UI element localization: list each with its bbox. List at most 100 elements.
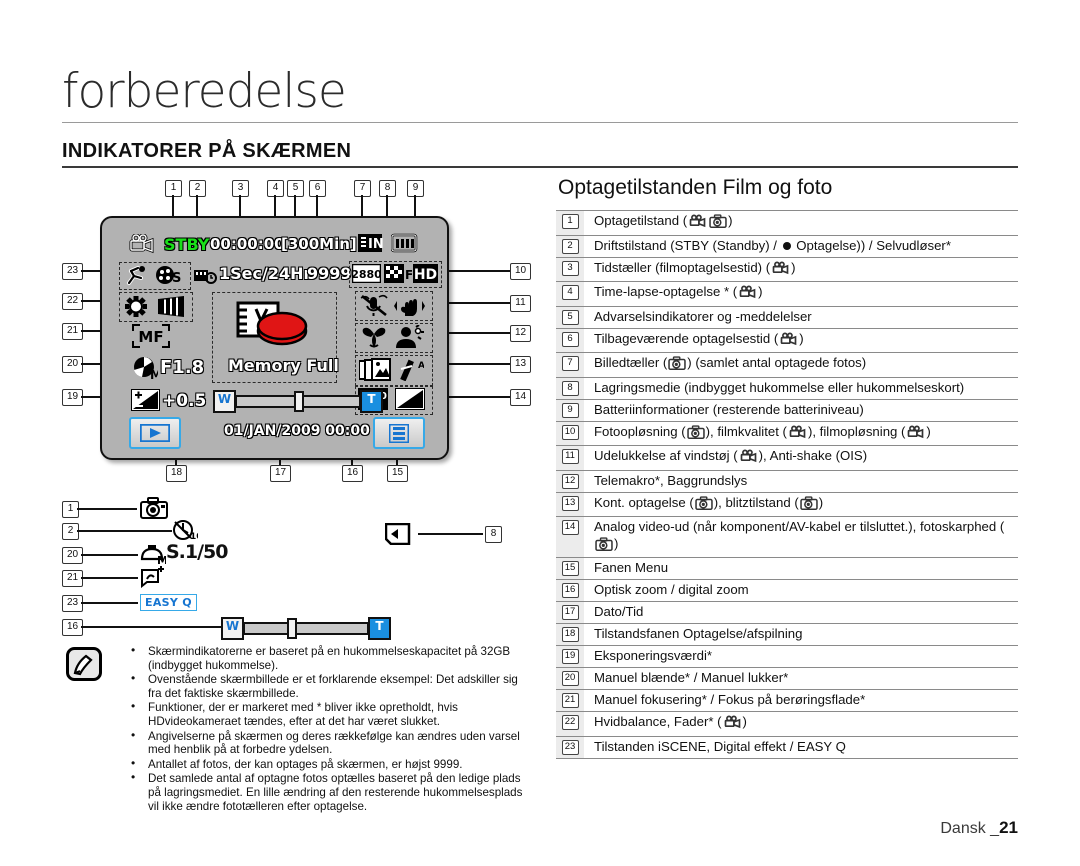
indicator-number: 21 <box>556 690 584 711</box>
callout-7: 7 <box>354 180 371 197</box>
indicator-row: 11 Udelukkelse af vindstøj (), Anti-shake… <box>556 446 1018 471</box>
indicator-description: Fotoopløsning (), filmkvalitet (), filmo… <box>584 422 1018 446</box>
callout-13: 13 <box>510 356 531 373</box>
indicator-row: 19 Eksponeringsværdi* <box>556 646 1018 668</box>
indicator-description: Optagetilstand () <box>584 211 1018 235</box>
pd-zoom-tele-label[interactable]: T <box>368 617 391 640</box>
pd-callout-20: 20 <box>62 547 83 564</box>
svg-text:A: A <box>418 361 424 371</box>
photo-resolution-icon: 2880 <box>352 264 381 283</box>
photo-sharpness-icon <box>395 388 425 410</box>
white-balance-sun-icon <box>124 295 148 318</box>
camcorder-small-icon <box>688 214 707 233</box>
indicator-description: Analog video-ud (når komponent/AV-kabel … <box>584 517 1018 557</box>
callout-9: 9 <box>407 180 424 197</box>
tele-macro-icon <box>361 326 387 349</box>
pd-line-20 <box>81 554 138 556</box>
callout-line-13 <box>440 363 510 365</box>
indicator-row: 15 Fanen Menu <box>556 558 1018 580</box>
indicator-number: 1 <box>556 211 584 235</box>
list-item: Skærmindikatorerne er baseret på en huko… <box>126 644 532 672</box>
indicator-number: 22 <box>556 712 584 736</box>
memory-internal-icon: IN <box>357 233 383 253</box>
menu-tab-button[interactable] <box>373 417 425 449</box>
indicator-description: Tilstanden iSCENE, Digital effekt / EASY… <box>594 738 846 754</box>
zoom-wide-label[interactable]: W <box>213 390 236 413</box>
camcorder-icon <box>129 234 155 254</box>
indicator-list: 1 Optagetilstand () 2 Driftstilstand (STBY … <box>556 210 1018 759</box>
indicator-number: 6 <box>556 328 584 352</box>
zoom-knob[interactable] <box>294 391 304 412</box>
lcd-screen: STBY 00:00:00 [300Min] IN S 1Sec/24Hr 99… <box>100 216 449 460</box>
page-footer: Dansk _21 <box>940 818 1018 838</box>
self-timer-icon: 10 <box>172 519 198 541</box>
list-item: Antallet af fotos, der kan optages på sk… <box>126 757 532 772</box>
indicator-row: 7 Billedtæller () (samlet antal optagede … <box>556 353 1018 378</box>
iscene-sports-icon <box>123 265 149 286</box>
pd-line-1 <box>77 508 137 510</box>
memory-full-icon <box>236 301 312 349</box>
play-tab-button[interactable] <box>129 417 181 449</box>
callout-11: 11 <box>510 295 531 312</box>
easyq-badge: EASY Q <box>140 594 197 611</box>
pd-zoom-wide-label[interactable]: W <box>221 617 244 640</box>
callout-21: 21 <box>62 323 83 340</box>
indicator-description: Tilstandsfanen Optagelse/afspilning <box>594 626 803 641</box>
manual-aperture-icon: M <box>132 356 158 380</box>
callout-23: 23 <box>62 263 83 280</box>
indicator-description: Udelukkelse af vindstøj (), Anti-shake (… <box>584 446 1018 470</box>
zoom-bar[interactable]: W T <box>213 390 383 413</box>
wind-cut-icon <box>360 294 388 317</box>
zoom-tele-label[interactable]: T <box>360 390 383 413</box>
timelapse-interval: 1Sec/24Hr <box>219 264 312 283</box>
indicator-row: 9 Batteriinformationer (resterende batter… <box>556 399 1018 422</box>
svg-text:S: S <box>172 271 181 286</box>
section-title: INDIKATORER PÅ SKÆRMEN <box>62 140 352 162</box>
indicator-number: 15 <box>556 558 584 579</box>
pd-zoom-bar[interactable]: W T <box>221 617 391 640</box>
footer-language: Dansk _ <box>940 820 1000 837</box>
indicator-description: Billedtæller () (samlet antal optagede f… <box>584 353 1018 377</box>
indicator-number: 11 <box>556 446 584 470</box>
anti-shake-ois-icon <box>394 295 425 317</box>
indicator-row: 14 Analog video-ud (når komponent/AV-kabe… <box>556 517 1018 558</box>
indicator-description: Advarselsindikatorer og -meddelelser <box>594 308 812 324</box>
pd-callout-1: 1 <box>62 501 79 518</box>
backlight-icon <box>394 325 424 348</box>
camera-small-icon <box>595 536 613 556</box>
note-list: Skærmindikatorerne er baseret på en huko… <box>126 644 532 814</box>
indicator-description: Driftstilstand (STBY (Standby) / Optagel… <box>594 237 951 253</box>
pd-callout-21: 21 <box>62 570 83 587</box>
callout-line-11 <box>440 302 510 304</box>
indicator-row: 10 Fotoopløsning (), filmkvalitet (), fil… <box>556 421 1018 446</box>
indicator-reference-panel: Optagetilstanden Film og foto 1 Optagetil… <box>556 176 1018 759</box>
digital-effect-icon: S <box>154 265 184 286</box>
indicator-description: Manuel blænde* / Manuel lukker* <box>594 670 789 685</box>
list-item: Angivelserne på skærmen og deres rækkefø… <box>126 729 532 757</box>
warning-text: Memory Full <box>228 356 339 375</box>
pd-callout-16: 16 <box>62 619 83 636</box>
indicator-number: 13 <box>556 492 584 516</box>
pd-zoom-track[interactable] <box>243 622 369 635</box>
indicator-row: 8 Lagringsmedie (indbygget hukommelse ell… <box>556 377 1018 400</box>
camera-small-icon <box>694 495 713 515</box>
fine-quality-icon: F <box>384 264 412 283</box>
callout-19: 19 <box>62 389 83 406</box>
indicator-number: 17 <box>556 602 584 623</box>
callout-line-14 <box>440 396 510 398</box>
svg-text:IN: IN <box>368 237 383 252</box>
play-tab-icon <box>140 424 170 442</box>
indicator-row: 21 Manuel fokusering* / Fokus på berøring… <box>556 690 1018 712</box>
pd-zoom-knob[interactable] <box>287 618 297 639</box>
indicator-number: 4 <box>556 282 584 306</box>
flash-auto-icon: A <box>396 358 424 381</box>
section-divider <box>62 166 1018 168</box>
indicator-number: 9 <box>556 399 584 421</box>
photo-counter: 9999 <box>307 264 352 283</box>
camcorder-small-icon <box>788 425 807 444</box>
svg-text:10: 10 <box>190 532 198 541</box>
callout-20: 20 <box>62 356 83 373</box>
touch-point-focus-icon <box>140 566 166 588</box>
callout-18: 18 <box>166 465 187 482</box>
indicator-description: Tidstæller (filmoptagelsestid) () <box>584 258 1018 282</box>
